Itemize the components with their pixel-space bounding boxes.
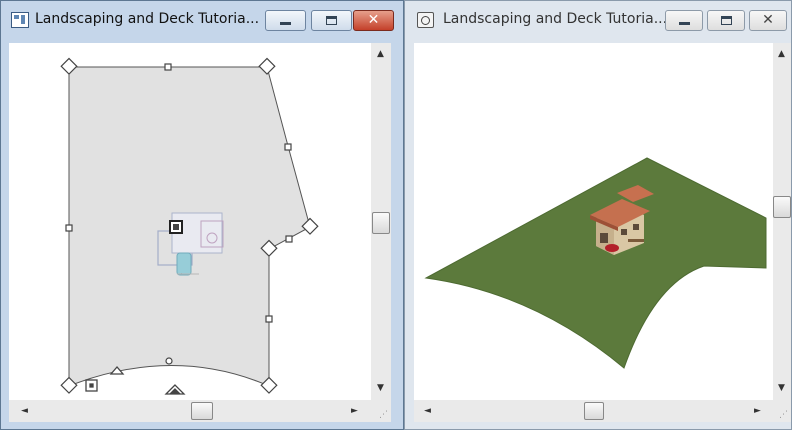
plan-vertical-scrollbar[interactable]: ▲ ▼ — [371, 43, 391, 400]
plan-drawing-area[interactable]: · — [9, 43, 371, 400]
close-button[interactable]: ✕ — [353, 10, 394, 31]
horizontal-scroll-thumb[interactable] — [584, 402, 604, 420]
close-button[interactable]: ✕ — [749, 10, 787, 31]
camera-view-window[interactable]: Landscaping and Deck Tutoria... ✕ ▲ ▼ ◄ … — [404, 0, 792, 430]
resize-grip[interactable] — [773, 400, 791, 422]
close-icon: ✕ — [762, 12, 774, 28]
floor-plan-icon — [11, 12, 29, 28]
camera-window-title: Landscaping and Deck Tutoria... — [443, 11, 668, 27]
scroll-left-arrow[interactable]: ◄ — [424, 406, 431, 416]
selected-object-marker[interactable] — [169, 220, 183, 234]
camera-horizontal-scrollbar[interactable]: ◄ ► — [414, 400, 773, 422]
scroll-up-arrow[interactable]: ▲ — [377, 49, 384, 59]
plan-horizontal-scrollbar[interactable]: ◄ ► — [9, 400, 371, 422]
vertical-scroll-thumb[interactable] — [773, 196, 791, 218]
maximize-icon — [721, 16, 732, 25]
scroll-right-arrow[interactable]: ► — [754, 406, 761, 416]
plan-window-titlebar[interactable]: Landscaping and Deck Tutoria... ✕ — [1, 1, 403, 41]
plan-window-title: Landscaping and Deck Tutoria... — [35, 11, 260, 27]
minimize-button[interactable] — [265, 10, 306, 31]
scroll-down-arrow[interactable]: ▼ — [778, 383, 785, 393]
vertical-scroll-thumb[interactable] — [372, 212, 390, 234]
minimize-icon — [280, 22, 291, 25]
scroll-down-arrow[interactable]: ▼ — [377, 383, 384, 393]
terrain-3d[interactable] — [424, 157, 767, 369]
scroll-right-arrow[interactable]: ► — [351, 406, 358, 416]
plan-room-label: · — [181, 271, 182, 276]
maximize-button[interactable] — [311, 10, 352, 31]
3d-render-area[interactable] — [414, 43, 773, 400]
camera-view-icon — [417, 12, 434, 28]
camera-vertical-scrollbar[interactable]: ▲ ▼ — [773, 43, 791, 400]
camera-window-titlebar[interactable]: Landscaping and Deck Tutoria... ✕ — [405, 1, 791, 41]
maximize-button[interactable] — [707, 10, 745, 31]
minimize-button[interactable] — [665, 10, 703, 31]
maximize-icon — [326, 16, 337, 25]
close-icon: ✕ — [367, 12, 380, 28]
resize-grip[interactable] — [371, 400, 391, 422]
minimize-icon — [679, 22, 690, 25]
plan-view-window[interactable]: Landscaping and Deck Tutoria... ✕ · ▲ ▼ … — [0, 0, 404, 430]
horizontal-scroll-thumb[interactable] — [191, 402, 213, 420]
scroll-up-arrow[interactable]: ▲ — [778, 49, 785, 59]
scroll-left-arrow[interactable]: ◄ — [21, 406, 28, 416]
